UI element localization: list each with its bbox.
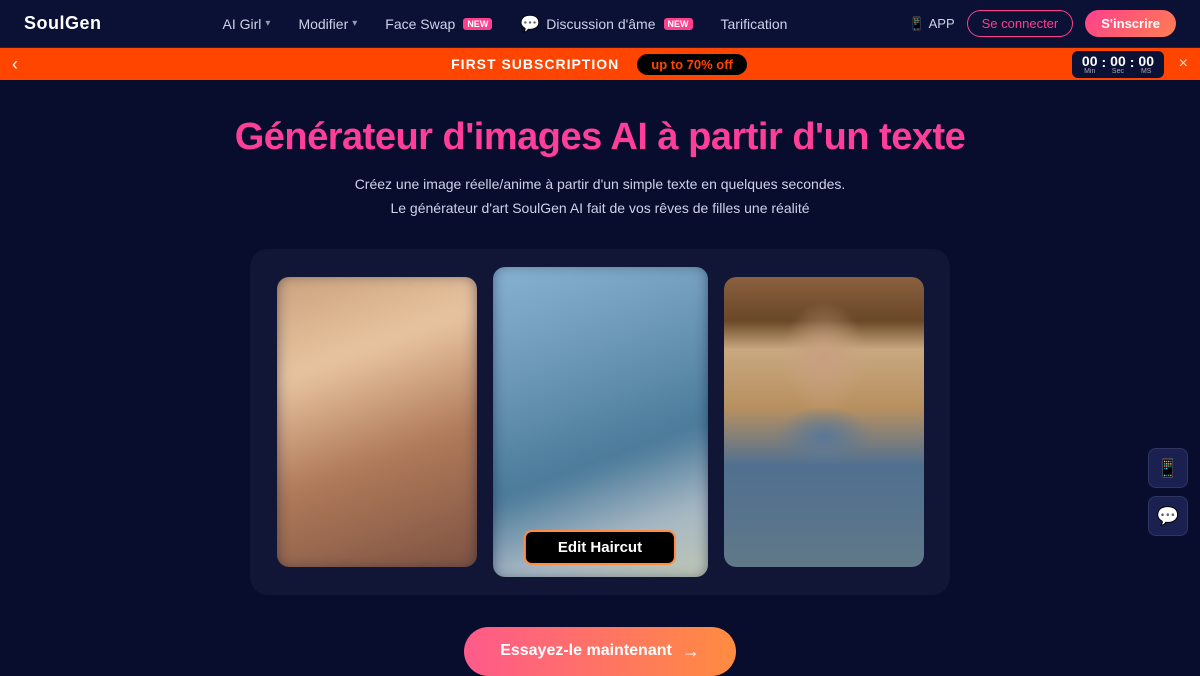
promo-banner: ‹ FIRST SUBSCRIPTION up to 70% off 00 Mi… [0, 48, 1200, 80]
chat-icon: 💬 [1157, 506, 1179, 527]
cta-container: Essayez-le maintenant → [464, 627, 736, 676]
cards-container: Edit Haircut [250, 249, 950, 595]
nav-item-discussion[interactable]: 💬 Discussion d'âme NEW [520, 14, 692, 34]
nav-item-modifier[interactable]: Modifier ▾ [298, 16, 357, 32]
login-button[interactable]: Se connecter [967, 10, 1074, 37]
timer-minutes: 00 Sec [1110, 54, 1126, 75]
image-left [277, 277, 477, 567]
chevron-down-icon: ▾ [265, 18, 270, 29]
close-icon[interactable]: × [1179, 55, 1188, 73]
timer-hours: 00 Min [1082, 54, 1098, 75]
main-content: Générateur d'images AI à partir d'un tex… [0, 80, 1200, 676]
page-title: Générateur d'images AI à partir d'un tex… [235, 116, 966, 159]
card-center-label[interactable]: Edit Haircut [524, 530, 676, 565]
arrow-icon: → [682, 641, 700, 662]
timer-sep-2: : [1130, 54, 1135, 70]
phone-icon: 📱 [1157, 458, 1179, 479]
new-badge: NEW [463, 18, 492, 30]
card-center: Edit Haircut [493, 267, 708, 577]
new-badge: NEW [664, 18, 693, 30]
navbar: SoulGen AI Girl ▾ Modifier ▾ Face Swap N… [0, 0, 1200, 48]
card-left [277, 277, 477, 567]
timer-sep-1: : [1102, 54, 1107, 70]
promo-left-arrow[interactable]: ‹ [12, 54, 18, 75]
timer-seconds: 00 MS [1138, 54, 1154, 75]
side-chat-button[interactable]: 💬 [1148, 496, 1188, 536]
app-link[interactable]: 📱 APP [908, 16, 954, 32]
side-app-button[interactable]: 📱 [1148, 448, 1188, 488]
nav-right: 📱 APP Se connecter S'inscrire [908, 10, 1176, 37]
promo-discount-badge: up to 70% off [635, 52, 749, 77]
chat-icon: 💬 [520, 14, 540, 34]
logo[interactable]: SoulGen [24, 13, 102, 34]
chevron-down-icon: ▾ [352, 18, 357, 29]
promo-timer: 00 Min : 00 Sec : 00 MS [1072, 51, 1164, 78]
side-buttons: 📱 💬 [1148, 448, 1188, 536]
nav-links: AI Girl ▾ Modifier ▾ Face Swap NEW 💬 Dis… [223, 14, 788, 34]
nav-item-tarification[interactable]: Tarification [721, 16, 788, 32]
signup-button[interactable]: S'inscrire [1085, 10, 1176, 37]
cta-button[interactable]: Essayez-le maintenant → [464, 627, 736, 676]
promo-first-sub: FIRST SUBSCRIPTION [451, 56, 619, 72]
nav-item-face-swap[interactable]: Face Swap NEW [385, 16, 492, 32]
phone-icon: 📱 [908, 16, 924, 32]
image-right [724, 277, 924, 567]
card-right [724, 277, 924, 567]
subheadline: Créez une image réelle/anime à partir d'… [355, 173, 846, 221]
nav-item-ai-girl[interactable]: AI Girl ▾ [223, 16, 271, 32]
